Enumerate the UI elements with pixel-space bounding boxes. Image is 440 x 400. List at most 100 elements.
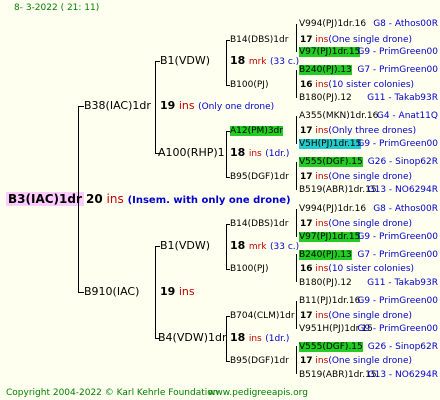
g4-name-6[interactable]: V5H(PJ)1dr.15 (299, 137, 362, 151)
g2-d-ins-word: ins (248, 334, 262, 344)
g4-src-16: G13 - NO6294R (367, 370, 438, 380)
g3-node-2[interactable]: B100(PJ) (230, 78, 268, 92)
connector-line (296, 301, 297, 329)
g4-src-13: G9 - PrimGreen00 (357, 296, 438, 306)
g4-src-4: G11 - Takab93R (367, 93, 438, 103)
g2-d-node[interactable]: B4(VDW)1dr (158, 331, 227, 345)
g3-name: B100(PJ) (230, 264, 269, 274)
g3-ins-3: 17 ins(Only three drones) (300, 124, 416, 138)
g4-name-text: V97(PJ)1dr.15 (299, 232, 361, 242)
g4-name-7[interactable]: V555(DGF).15 (299, 155, 363, 169)
g4-src-15: G26 - Sinop62R (367, 342, 438, 352)
g4-name-1[interactable]: V994(PJ)1dr.16 (299, 17, 366, 31)
connector-line (226, 40, 227, 85)
g4-src-12: G11 - Takab93R (367, 278, 438, 288)
g4-name-9[interactable]: V994(PJ)1dr.16 (299, 202, 366, 216)
g4-name-10[interactable]: V97(PJ)1dr.15 (299, 230, 361, 244)
connector-line (155, 246, 156, 338)
g4-src-6: G9 - PrimGreen00 (357, 139, 438, 149)
g2-a-name: B1(VDW) (160, 54, 210, 67)
g2-b-node[interactable]: A100(RHP)1 (158, 146, 225, 160)
g3-ins-note: (One single drone) (328, 356, 412, 366)
g3-ins-4: 17 ins(One single drone) (300, 170, 412, 184)
g4-name-4[interactable]: B180(PJ).12 (299, 91, 352, 105)
g1-bottom-node[interactable]: B910(IAC) (84, 285, 139, 299)
g2-c-name: B1(VDW) (160, 239, 210, 252)
g4-name-text: V555(DGF).15 (299, 342, 363, 352)
g2-b-ins: 18 ins (1dr.) (230, 146, 289, 161)
g3-name: B95(DGF)1dr (230, 172, 289, 182)
g3-ins-8: 17 ins(One single drone) (300, 354, 412, 368)
root-ins-word: ins (106, 192, 124, 206)
g4-name-text: V5H(PJ)1dr.15 (299, 139, 362, 149)
g3-node-4[interactable]: B95(DGF)1dr (230, 170, 289, 184)
pedigree-chart: 8- 3-2022 ( 21: 11) B3(IAC)1dr 20 ins (I… (0, 0, 440, 400)
g4-name-text: B240(PJ).13 (299, 65, 352, 75)
g3-ins-word: ins (315, 172, 329, 182)
g4-src-11: G7 - PrimGreen00 (357, 250, 438, 260)
g1-top-node[interactable]: B38(IAC)1dr (84, 99, 151, 113)
g4-name-3[interactable]: B240(PJ).13 (299, 63, 352, 77)
g3-ins-note: (One single drone) (328, 311, 412, 321)
g3-ins-2: 16 ins(10 sister colonies) (300, 78, 414, 92)
g3-ins-6: 16 ins(10 sister colonies) (300, 262, 414, 276)
g4-name-text: V555(DGF).15 (299, 157, 363, 167)
g4-name-text: V97(PJ)1dr.15 (299, 47, 361, 57)
g2-c-ins-note: (33 c.) (270, 242, 300, 252)
g4-src-1: G8 - Athos00R (373, 19, 438, 29)
g3-node-7[interactable]: B704(CLM)1dr (230, 309, 295, 323)
g3-name: B100(PJ) (230, 80, 269, 90)
g3-name: B14(DBS)1dr (230, 35, 289, 45)
g2-c-ins-count: 18 (230, 239, 246, 252)
connector-line (78, 106, 79, 292)
g2-b-ins-count: 18 (230, 146, 246, 159)
g4-name-16[interactable]: B519(ABR)1dr.15 (299, 368, 377, 382)
g4-name-13[interactable]: B11(PJ)1dr.16 (299, 294, 360, 308)
g3-name: B704(CLM)1dr (230, 311, 295, 321)
g3-ins-count: 17 (300, 126, 313, 136)
g4-src-14: G9 - PrimGreen00 (357, 324, 438, 334)
g2-a-ins-count: 18 (230, 54, 246, 67)
g3-node-6[interactable]: B100(PJ) (230, 262, 268, 276)
g1-top-name: B38(IAC)1dr (84, 99, 151, 112)
g4-name-8[interactable]: B519(ABR)1dr.15 (299, 183, 377, 197)
g3-node-8[interactable]: B95(DGF)1dr (230, 354, 289, 368)
g3-ins-note: (One single drone) (328, 35, 412, 45)
connector-line (296, 70, 297, 98)
connector-line (296, 209, 297, 237)
g1-top-ins-note: (Only one drone) (198, 102, 275, 112)
g4-src-2: G9 - PrimGreen00 (357, 47, 438, 57)
g4-name-12[interactable]: B180(PJ).12 (299, 276, 352, 290)
g1-top-ins: 19 ins (Only one drone) (160, 99, 274, 114)
g2-a-node[interactable]: B1(VDW) (160, 54, 210, 68)
connector-line (296, 254, 297, 282)
g4-name-15[interactable]: V555(DGF).15 (299, 340, 363, 354)
g4-src-8: G13 - NO6294R (367, 185, 438, 195)
g3-ins-note: (10 sister colonies) (328, 264, 415, 274)
root-node[interactable]: B3(IAC)1dr (6, 192, 84, 207)
g3-ins-5: 17 ins(One single drone) (300, 217, 412, 231)
g3-node-3[interactable]: A12(PM)3dr (230, 124, 283, 138)
g3-ins-7: 17 ins(One single drone) (300, 309, 412, 323)
g4-name-2[interactable]: V97(PJ)1dr.15 (299, 45, 361, 59)
g3-node-5[interactable]: B14(DBS)1dr (230, 217, 288, 231)
g4-name-11[interactable]: B240(PJ).13 (299, 248, 352, 262)
g3-ins-count: 16 (300, 264, 313, 274)
g3-ins-count: 16 (300, 80, 313, 90)
root-ins: 20 ins (Insem. with only one drone) (86, 192, 291, 208)
g4-src-5: G4 - Anat11Q (376, 111, 438, 121)
g3-node-1[interactable]: B14(DBS)1dr (230, 33, 288, 47)
g2-d-ins-count: 18 (230, 331, 246, 344)
g1-bottom-name: B910(IAC) (84, 285, 140, 298)
g2-a-ins-word: mrk (248, 57, 267, 67)
g3-ins-word: ins (315, 35, 329, 45)
g3-ins-count: 17 (300, 35, 313, 45)
g3-ins-word: ins (315, 264, 329, 274)
g2-c-node[interactable]: B1(VDW) (160, 239, 210, 253)
g4-name-5[interactable]: A355(MKN)1dr.16 (299, 109, 378, 123)
g3-ins-count: 17 (300, 311, 313, 321)
connector-line (226, 131, 227, 177)
footer-url[interactable]: www.pedigreeapis.org (208, 386, 308, 400)
g3-name: A12(PM)3dr (230, 126, 283, 136)
g2-d-name: B4(VDW)1dr (158, 331, 227, 344)
